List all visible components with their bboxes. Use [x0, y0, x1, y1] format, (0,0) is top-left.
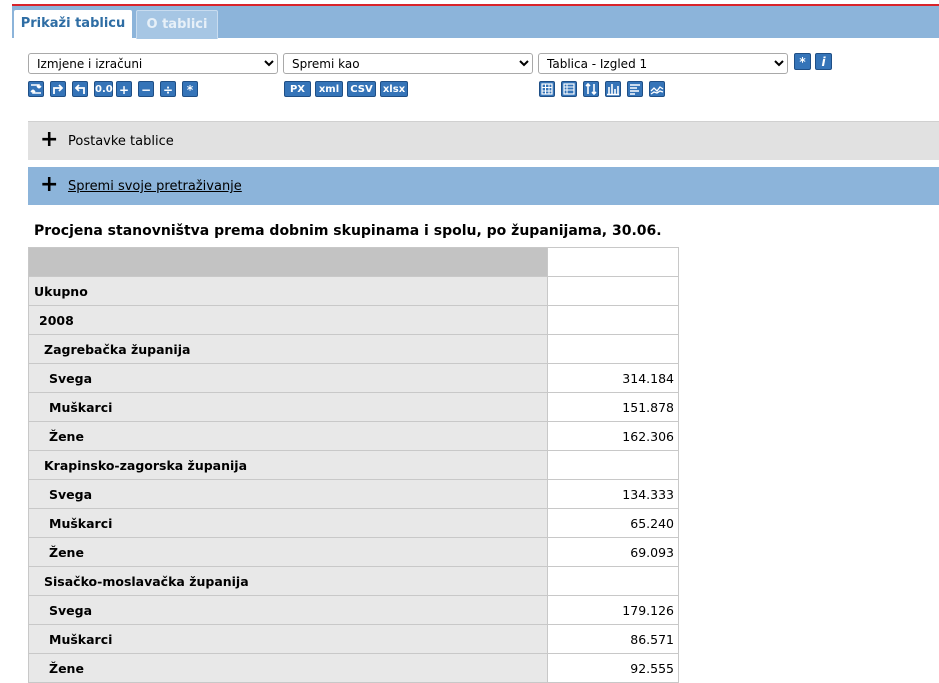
- line-chart-icon[interactable]: [649, 81, 665, 97]
- row-value: 134.333: [547, 479, 679, 509]
- table-row: Žene 92.555: [28, 653, 679, 683]
- row-label: Sisačko-moslavačka županija: [28, 566, 548, 596]
- row-value: [547, 450, 679, 480]
- table-header-row: [28, 247, 679, 277]
- row-label: Žene: [28, 653, 548, 683]
- row-label: Zagrebačka županija: [28, 334, 548, 364]
- row-value: 179.126: [547, 595, 679, 625]
- horizontal-bar-icon[interactable]: [627, 81, 643, 97]
- row-label: Krapinsko-zagorska županija: [28, 450, 548, 480]
- row-value: [547, 305, 679, 335]
- table-row: 2008: [28, 305, 679, 335]
- row-label: Žene: [28, 421, 548, 451]
- export-csv-button[interactable]: CSV: [347, 81, 376, 97]
- save-as-select[interactable]: Spremi kao: [283, 53, 533, 74]
- divide-button[interactable]: ÷: [160, 81, 176, 97]
- tab-bar: Prikaži tablicu O tablici: [12, 6, 939, 39]
- header-cell: [28, 247, 548, 277]
- table-row: Žene 162.306: [28, 421, 679, 451]
- subtract-button[interactable]: −: [138, 81, 154, 97]
- tab-show-table[interactable]: Prikaži tablicu: [14, 10, 132, 38]
- table-row: Krapinsko-zagorska županija: [28, 450, 679, 480]
- redo-icon[interactable]: [50, 81, 66, 97]
- table-row: Svega 179.126: [28, 595, 679, 625]
- table-title: Procjena stanovništva prema dobnim skupi…: [34, 223, 662, 239]
- table-layout-1-icon[interactable]: [539, 81, 555, 97]
- undo-icon[interactable]: [72, 81, 88, 97]
- table-row: Svega 134.333: [28, 479, 679, 509]
- row-label: Muškarci: [28, 508, 548, 538]
- table-row: Svega 314.184: [28, 363, 679, 393]
- export-px-button[interactable]: PX: [284, 81, 311, 97]
- row-label: Svega: [28, 595, 548, 625]
- table-row: Sisačko-moslavačka županija: [28, 566, 679, 596]
- bar-chart-icon[interactable]: [605, 81, 621, 97]
- row-value: [547, 334, 679, 364]
- layout-select[interactable]: Tablica - Izgled 1: [538, 53, 788, 74]
- row-value: 162.306: [547, 421, 679, 451]
- save-search-panel[interactable]: + Spremi svoje pretraživanje: [28, 167, 939, 205]
- row-value: 151.878: [547, 392, 679, 422]
- star-button[interactable]: *: [794, 53, 811, 70]
- info-button[interactable]: i: [815, 53, 832, 70]
- row-label: Svega: [28, 479, 548, 509]
- row-value: 314.184: [547, 363, 679, 393]
- save-search-link[interactable]: Spremi svoje pretraživanje: [68, 179, 242, 194]
- export-xml-button[interactable]: xml: [315, 81, 343, 97]
- add-button[interactable]: +: [116, 81, 132, 97]
- table-row: Ukupno: [28, 276, 679, 306]
- export-xlsx-button[interactable]: xlsx: [380, 81, 408, 97]
- table-row: Muškarci 151.878: [28, 392, 679, 422]
- row-value: 86.571: [547, 624, 679, 654]
- row-label: Žene: [28, 537, 548, 567]
- table-row: Muškarci 86.571: [28, 624, 679, 654]
- row-value: 65.240: [547, 508, 679, 538]
- row-value: 92.555: [547, 653, 679, 683]
- row-value: [547, 276, 679, 306]
- row-value: [547, 566, 679, 596]
- row-label: Muškarci: [28, 392, 548, 422]
- row-label: Ukupno: [28, 276, 548, 306]
- decimals-button[interactable]: 0.0: [94, 81, 113, 97]
- table-settings-label: Postavke tablice: [68, 134, 174, 149]
- table-settings-panel[interactable]: + Postavke tablice: [28, 121, 939, 160]
- table-layout-2-icon[interactable]: [561, 81, 577, 97]
- table-row: Muškarci 65.240: [28, 508, 679, 538]
- pivot-icon[interactable]: [28, 81, 44, 97]
- expand-icon: +: [40, 172, 59, 197]
- header-value-cell: [547, 247, 679, 277]
- expand-icon: +: [40, 127, 59, 152]
- sort-icon[interactable]: [583, 81, 599, 97]
- multiply-button[interactable]: *: [182, 81, 198, 97]
- row-label: 2008: [28, 305, 548, 335]
- tab-about-table[interactable]: O tablici: [136, 10, 218, 39]
- table-row: Žene 69.093: [28, 537, 679, 567]
- row-label: Muškarci: [28, 624, 548, 654]
- table-row: Zagrebačka županija: [28, 334, 679, 364]
- data-table: Ukupno 2008 Zagrebačka županija Svega 314…: [28, 247, 679, 683]
- changes-select[interactable]: Izmjene i izračuni: [28, 53, 278, 74]
- row-value: 69.093: [547, 537, 679, 567]
- row-label: Svega: [28, 363, 548, 393]
